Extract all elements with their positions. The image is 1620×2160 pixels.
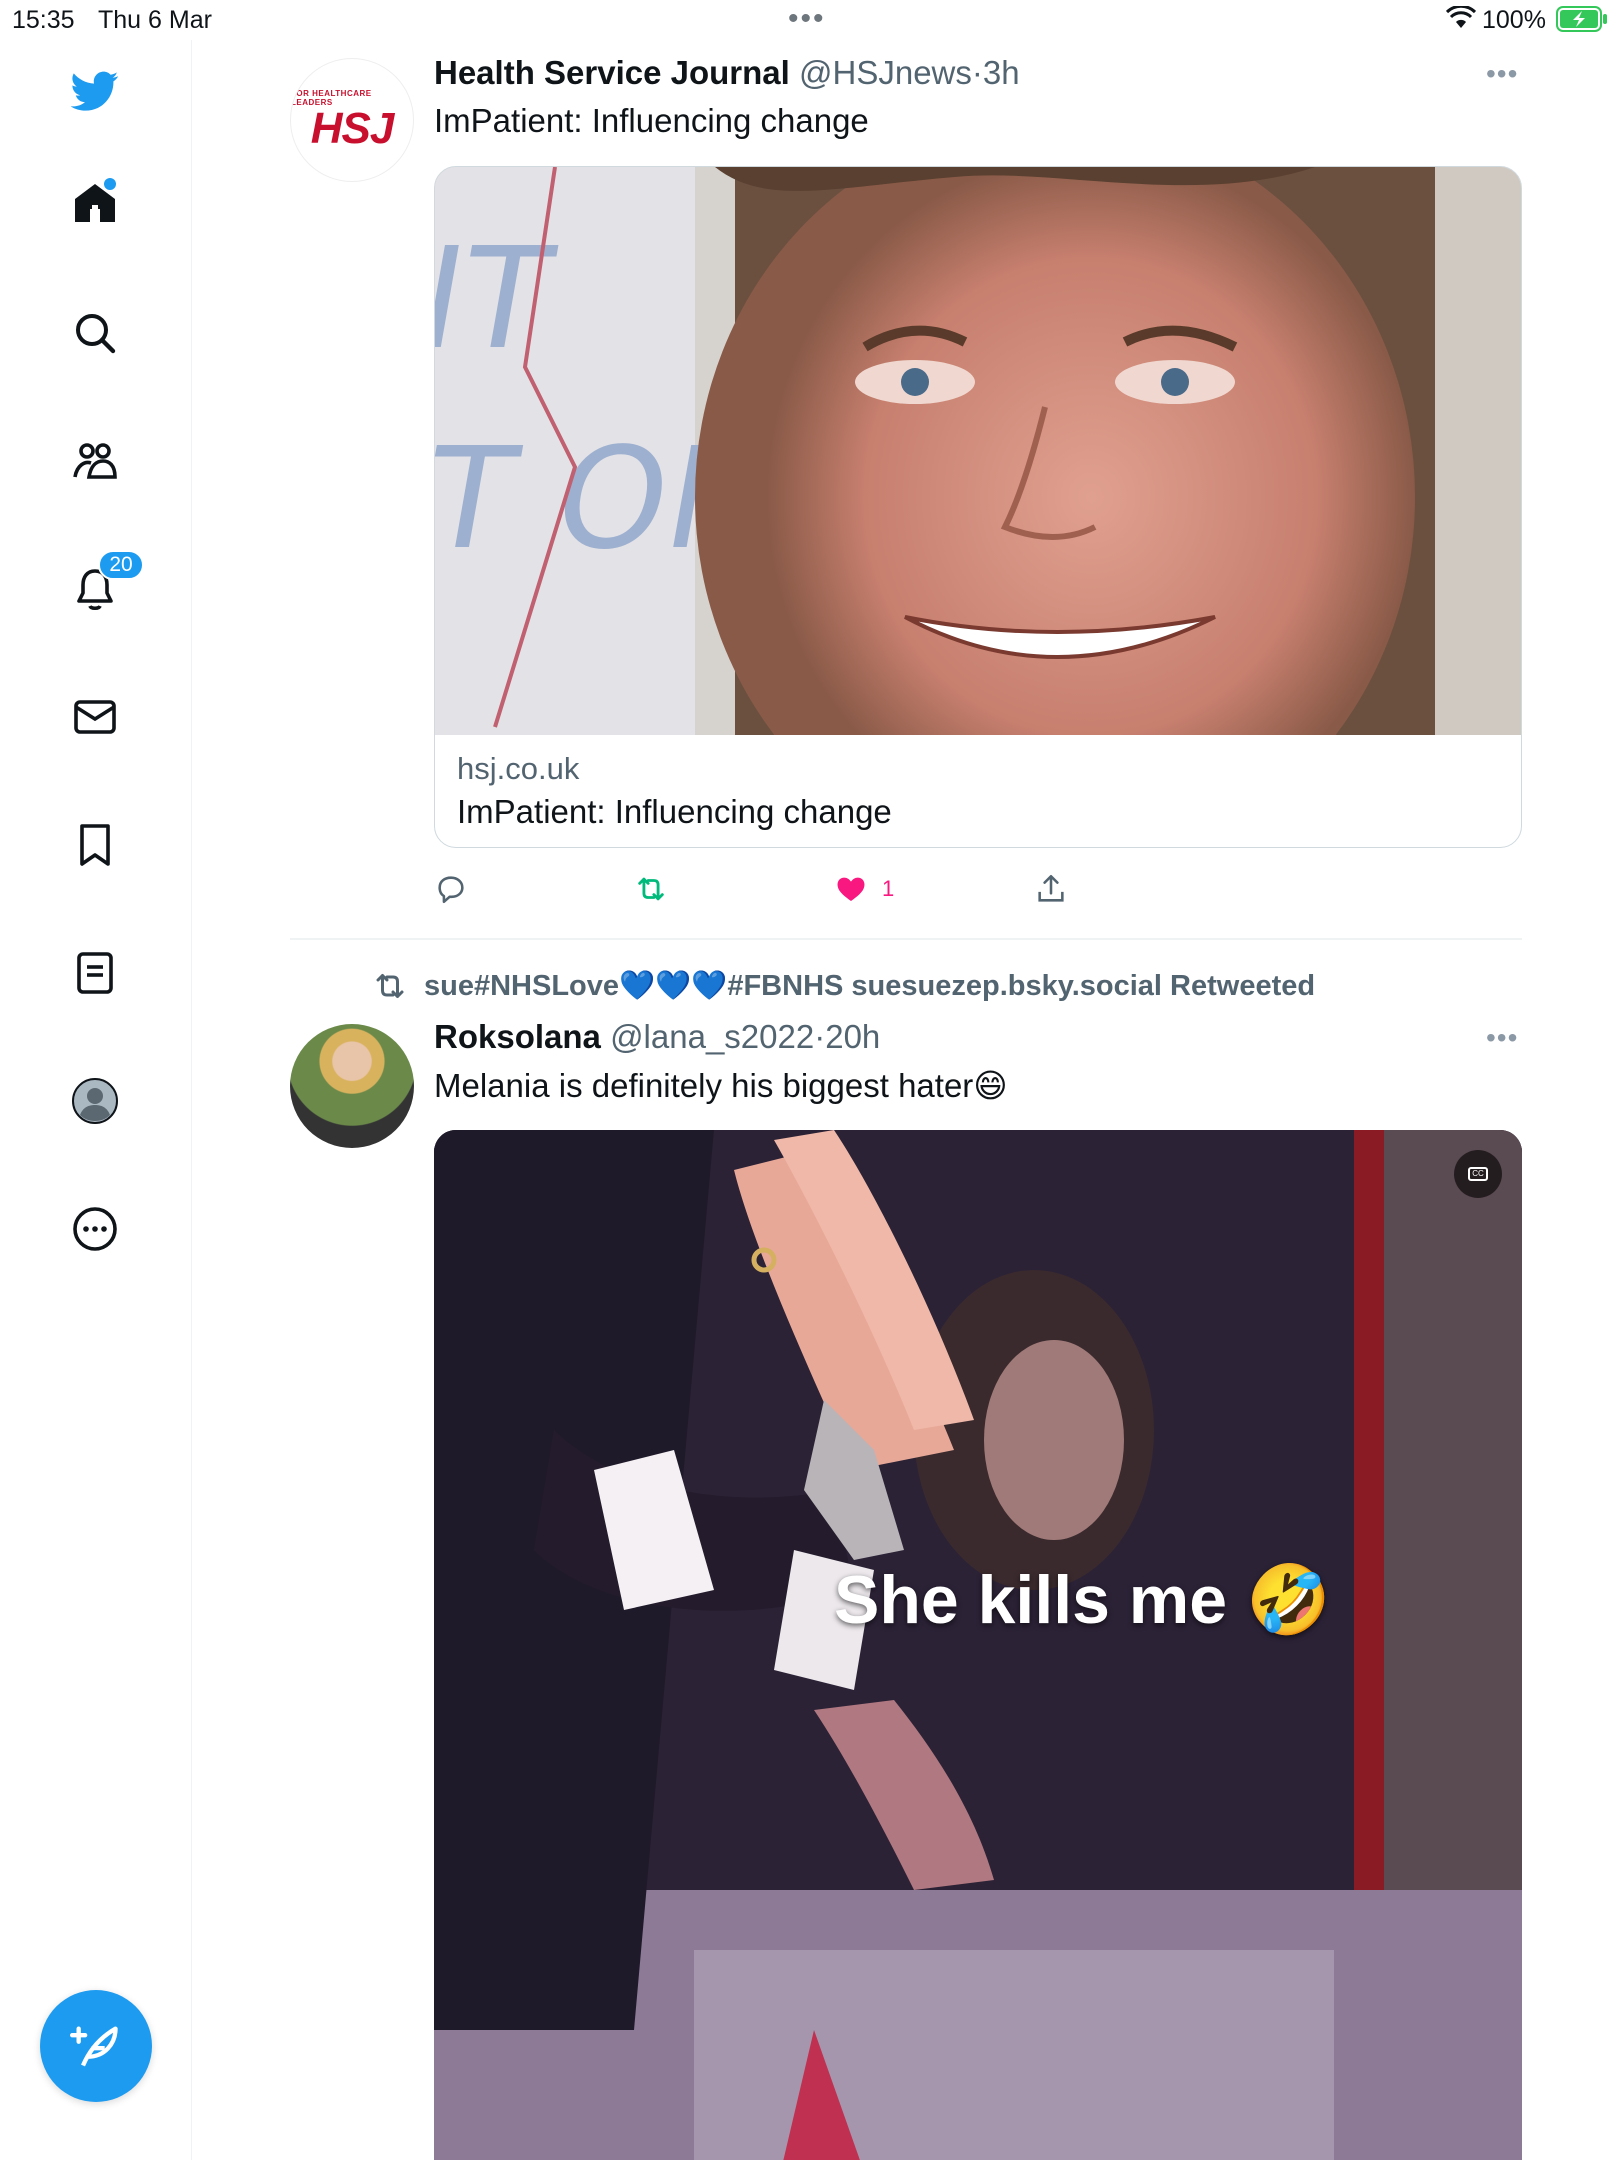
like-count: 1 <box>882 876 895 901</box>
tweet-header: Roksolana @lana_s2022·20h <box>434 1018 880 1056</box>
header-separator: · <box>971 54 983 91</box>
retweet-icon <box>638 877 664 901</box>
closed-captions-button[interactable]: CC <box>1454 1150 1502 1198</box>
bookmark-icon[interactable] <box>64 814 126 876</box>
author-name[interactable]: Roksolana <box>434 1018 601 1055</box>
tweet-age[interactable]: 20h <box>825 1018 880 1055</box>
home-unread-dot <box>104 178 116 190</box>
hsj-avatar[interactable]: FOR HEALTHCARE LEADERS HSJ <box>290 58 414 182</box>
share-button[interactable] <box>1034 864 1068 914</box>
twitter-logo-icon[interactable] <box>64 60 126 122</box>
video-caption: She kills me 🤣 <box>834 1562 1331 1638</box>
tweet-actions: 1 <box>434 864 1522 914</box>
retweeted-by-text: sue#NHSLove💙💙💙#FBNHS suesuezep.bsky.soci… <box>424 970 1316 1002</box>
reply-button[interactable] <box>434 864 468 914</box>
battery-percent: 100% <box>1482 6 1546 34</box>
link-preview-card[interactable]: IT IT ON hsj.co.uk ImPatient: Influencin… <box>434 166 1522 848</box>
tweet-divider <box>290 938 1522 940</box>
sidebar-nav: 20 <box>0 40 192 2160</box>
hsj-avatar-logo: HSJ <box>310 104 395 153</box>
card-title: ImPatient: Influencing change <box>457 793 892 830</box>
author-name[interactable]: Health Service Journal <box>434 54 790 91</box>
author-handle[interactable]: @HSJnews <box>799 54 972 91</box>
heart-filled-icon <box>837 877 865 902</box>
lists-icon[interactable] <box>64 942 126 1004</box>
compose-tweet-button[interactable] <box>40 1990 152 2102</box>
tweet-video[interactable]: She kills me 🤣 CC <box>434 1130 1522 2160</box>
closed-captions-icon: CC <box>1468 1167 1488 1181</box>
retweeted-by-line[interactable]: sue#NHSLove💙💙💙#FBNHS suesuezep.bsky.soci… <box>372 968 1315 1004</box>
like-button[interactable]: 1 <box>834 864 894 914</box>
tweet-text: ImPatient: Influencing change <box>434 102 869 139</box>
profile-avatar-icon[interactable] <box>64 1070 126 1132</box>
search-icon[interactable] <box>64 302 126 364</box>
communities-icon[interactable] <box>64 430 126 492</box>
status-time: 15:35 <box>12 6 75 34</box>
status-date: Thu 6 Mar <box>98 6 212 34</box>
tweet-age[interactable]: 3h <box>983 54 1020 91</box>
reply-icon <box>438 876 464 904</box>
header-separator: · <box>814 1018 826 1055</box>
author-handle[interactable]: @lana_s2022 <box>610 1018 814 1055</box>
more-options-icon[interactable] <box>64 1198 126 1260</box>
compose-feather-icon <box>70 2026 118 2067</box>
status-bar: 15:35 Thu 6 Mar ••• 100% <box>0 0 1620 40</box>
share-icon <box>1038 874 1064 902</box>
retweet-icon <box>376 974 404 998</box>
multitasking-dots-icon[interactable]: ••• <box>788 2 826 36</box>
link-preview-image: IT IT ON <box>435 167 1521 847</box>
notifications-bell-icon[interactable]: 20 <box>64 550 144 620</box>
video-frame <box>434 1130 1522 2160</box>
roksolana-avatar[interactable] <box>290 1024 414 1148</box>
card-domain: hsj.co.uk <box>457 751 580 786</box>
tweet-more-icon[interactable]: ••• <box>1486 1022 1518 1054</box>
notification-count-badge: 20 <box>98 550 144 580</box>
wifi-icon <box>1446 6 1476 28</box>
tweet-text: Melania is definitely his biggest hater😄 <box>434 1067 1008 1104</box>
messages-envelope-icon[interactable] <box>64 686 126 748</box>
home-icon[interactable] <box>64 172 126 234</box>
tweet-more-icon[interactable]: ••• <box>1486 58 1518 90</box>
battery-charging-icon <box>1556 6 1607 32</box>
retweet-button[interactable] <box>634 864 668 914</box>
tweet-header: Health Service Journal @HSJnews·3h <box>434 54 1020 92</box>
